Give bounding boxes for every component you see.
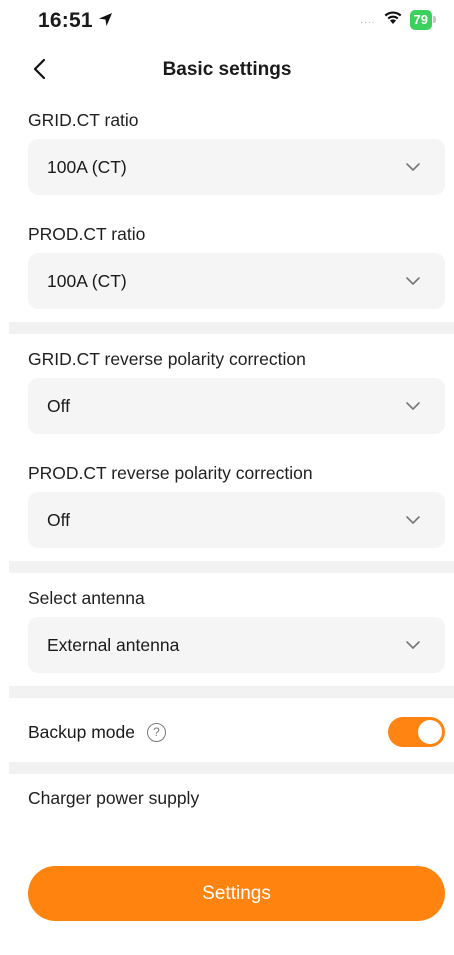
status-indicators: .... 79 (360, 10, 436, 30)
grid-ct-ratio-value: 100A (CT) (47, 156, 127, 177)
toggle-knob (418, 720, 442, 744)
section-divider (9, 322, 454, 334)
chevron-down-icon (405, 398, 421, 414)
chevron-down-icon (405, 273, 421, 289)
section-divider (9, 686, 454, 698)
prod-ct-ratio-select[interactable]: 100A (CT) (28, 253, 445, 309)
prod-ct-ratio-label: PROD.CT ratio (28, 224, 146, 244)
grid-ct-ratio-label: GRID.CT ratio (28, 110, 139, 130)
page-title: Basic settings (162, 59, 292, 80)
wifi-icon (383, 10, 403, 30)
status-time: 16:51 (38, 9, 113, 33)
help-icon[interactable]: ? (147, 722, 167, 742)
nav-bar: Basic settings (0, 48, 454, 92)
status-bar: 16:51 .... 79 (0, 0, 454, 44)
prod-ct-polarity-value: Off (47, 509, 71, 530)
chevron-down-icon (405, 637, 421, 653)
section-divider (9, 561, 454, 573)
prod-ct-ratio-value: 100A (CT) (47, 270, 127, 291)
charger-power-supply-label: Charger power supply (28, 788, 200, 808)
battery-icon: 79 (409, 10, 436, 30)
backup-mode-left: Backup mode ? (28, 721, 167, 743)
grid-ct-ratio-select[interactable]: 100A (CT) (28, 139, 445, 195)
antenna-select[interactable]: External antenna (28, 617, 445, 673)
status-time-text: 16:51 (38, 9, 93, 32)
settings-button-label: Settings (202, 882, 271, 904)
antenna-value: External antenna (47, 634, 180, 655)
settings-button[interactable]: Settings (28, 866, 445, 921)
location-arrow-icon (98, 9, 113, 33)
backup-mode-row: Backup mode ? (28, 713, 445, 751)
chevron-down-icon (405, 512, 421, 528)
grid-ct-polarity-label: GRID.CT reverse polarity correction (28, 349, 306, 369)
section-divider (9, 762, 454, 774)
prod-ct-polarity-label: PROD.CT reverse polarity correction (28, 463, 313, 483)
signal-dots: .... (360, 14, 376, 26)
battery-tip (433, 16, 436, 23)
grid-ct-polarity-select[interactable]: Off (28, 378, 445, 434)
battery-level: 79 (413, 12, 428, 27)
backup-mode-label: Backup mode (28, 721, 136, 742)
backup-mode-toggle[interactable] (388, 717, 445, 747)
grid-ct-polarity-value: Off (47, 395, 71, 416)
prod-ct-polarity-select[interactable]: Off (28, 492, 445, 548)
antenna-label: Select antenna (28, 588, 145, 608)
chevron-down-icon (405, 159, 421, 175)
